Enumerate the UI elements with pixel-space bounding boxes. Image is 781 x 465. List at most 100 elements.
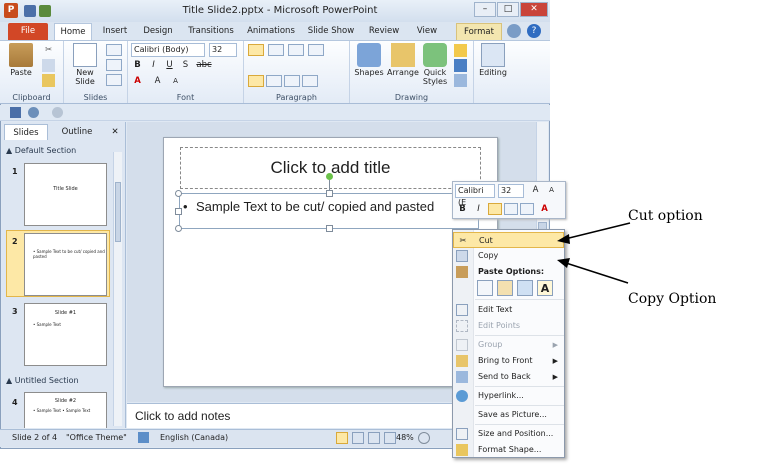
menu-item-group[interactable]: Group ▶	[453, 337, 564, 353]
thumbnail-scrollbar[interactable]	[113, 152, 122, 426]
redo-icon[interactable]	[52, 107, 63, 118]
rotate-handle-icon[interactable]	[326, 173, 333, 180]
minimize-button[interactable]: –	[474, 2, 496, 17]
italic-button[interactable]: I	[147, 59, 160, 72]
mini-shrink-font-button[interactable]: A	[545, 184, 558, 197]
maximize-button[interactable]: □	[497, 2, 519, 17]
spell-check-icon[interactable]	[138, 432, 149, 443]
paste-destination-theme-icon[interactable]	[477, 280, 493, 296]
tab-transitions[interactable]: Transitions	[184, 23, 238, 40]
strikethrough-button[interactable]: abc	[195, 59, 213, 72]
slide-thumbnail[interactable]: Title Slide	[24, 163, 107, 226]
resize-handle-icon[interactable]	[175, 190, 182, 197]
paste-keep-formatting-icon[interactable]	[497, 280, 513, 296]
quick-styles-button[interactable]: Quick Styles	[420, 43, 450, 86]
tab-outline[interactable]: Outline	[52, 124, 102, 140]
menu-item-save-as-picture[interactable]: Save as Picture...	[453, 407, 564, 423]
theme-name[interactable]: "Office Theme"	[66, 433, 127, 442]
tab-slides[interactable]: Slides	[4, 124, 48, 140]
shapes-button[interactable]: Shapes	[352, 43, 386, 77]
help-icon[interactable]: ?	[527, 24, 541, 38]
shrink-font-button[interactable]: A	[169, 75, 182, 88]
cut-icon[interactable]: ✂	[42, 44, 55, 57]
section-icon[interactable]	[106, 74, 122, 86]
format-painter-icon[interactable]	[42, 74, 55, 87]
tab-home[interactable]: Home	[54, 23, 92, 40]
align-right-icon[interactable]	[284, 75, 300, 87]
slide-thumbnail[interactable]: • Sample Text to be cut/ copied and past…	[24, 233, 107, 296]
mini-align-left-icon[interactable]	[488, 203, 502, 215]
paste-picture-icon[interactable]	[517, 280, 533, 296]
title-placeholder[interactable]: Click to add title	[180, 147, 481, 189]
arrange-button[interactable]: Arrange	[386, 43, 420, 77]
underline-button[interactable]: U	[163, 59, 176, 72]
close-button[interactable]: ✕	[520, 2, 548, 17]
body-text[interactable]: Sample Text to be cut/ copied and pasted	[196, 199, 434, 214]
new-slide-button[interactable]: New Slide	[70, 43, 100, 86]
save-icon[interactable]	[10, 107, 21, 118]
tab-file[interactable]: File	[8, 23, 48, 40]
mini-font-combo[interactable]: Calibri (E	[455, 184, 495, 207]
font-color-button[interactable]: A	[131, 75, 144, 88]
zoom-level[interactable]: 48%	[396, 433, 414, 442]
slide-sorter-icon[interactable]	[352, 432, 364, 444]
layout-icon[interactable]	[106, 44, 122, 56]
menu-item-format-shape[interactable]: Format Shape...	[453, 442, 564, 458]
section-default[interactable]: ▲ Default Section	[6, 146, 76, 155]
shadow-button[interactable]: S	[179, 59, 192, 72]
tab-insert[interactable]: Insert	[98, 23, 132, 40]
slide-thumbnail[interactable]: Slide #2 • Sample Text • Sample Text	[24, 392, 107, 428]
paste-button[interactable]: Paste	[6, 43, 36, 77]
mini-italic-button[interactable]: I	[472, 203, 485, 216]
justify-icon[interactable]	[302, 75, 318, 87]
mini-size-combo[interactable]: 32	[498, 184, 524, 198]
mini-align-center-icon[interactable]	[504, 203, 518, 215]
shape-outline-icon[interactable]	[454, 59, 467, 72]
menu-item-edit-text[interactable]: Edit Text	[453, 302, 564, 318]
copy-icon[interactable]	[42, 59, 55, 72]
reading-view-icon[interactable]	[368, 432, 380, 444]
ribbon-minimize-icon[interactable]	[507, 24, 521, 38]
decrease-indent-icon[interactable]	[288, 44, 304, 56]
content-textbox[interactable]: • Sample Text to be cut/ copied and past…	[179, 193, 479, 229]
tab-format[interactable]: Format	[456, 23, 502, 40]
align-center-icon[interactable]	[266, 75, 282, 87]
bullets-icon[interactable]	[248, 44, 264, 56]
increase-indent-icon[interactable]	[308, 44, 324, 56]
editing-button[interactable]: Editing	[476, 43, 510, 77]
language[interactable]: English (Canada)	[160, 433, 228, 442]
menu-item-edit-points[interactable]: Edit Points	[453, 318, 564, 334]
mini-align-right-icon[interactable]	[520, 203, 534, 215]
undo-icon[interactable]	[39, 5, 51, 17]
normal-view-icon[interactable]	[336, 432, 348, 444]
section-untitled[interactable]: ▲ Untitled Section	[6, 376, 79, 385]
save-icon[interactable]	[24, 5, 36, 17]
reset-icon[interactable]	[106, 59, 122, 71]
bold-button[interactable]: B	[131, 59, 144, 72]
resize-handle-icon[interactable]	[326, 190, 333, 197]
slideshow-icon[interactable]	[384, 432, 396, 444]
menu-item-bring-to-front[interactable]: Bring to Front ▶	[453, 353, 564, 369]
resize-handle-icon[interactable]	[326, 225, 333, 232]
menu-item-size-position[interactable]: Size and Position...	[453, 426, 564, 442]
grow-font-button[interactable]: A	[151, 75, 164, 88]
tab-view[interactable]: View	[410, 23, 444, 40]
font-size-combo[interactable]: 32	[209, 43, 237, 57]
tab-slide-show[interactable]: Slide Show	[304, 23, 358, 40]
menu-item-send-to-back[interactable]: Send to Back ▶	[453, 369, 564, 385]
tab-review[interactable]: Review	[364, 23, 404, 40]
tab-design[interactable]: Design	[138, 23, 178, 40]
menu-item-hyperlink[interactable]: Hyperlink...	[453, 388, 564, 404]
shape-effects-icon[interactable]	[454, 74, 467, 87]
slide-thumbnail[interactable]: Slide #1 • Sample Text	[24, 303, 107, 366]
resize-handle-icon[interactable]	[175, 208, 182, 215]
pane-close-icon[interactable]: ✕	[108, 124, 122, 140]
numbering-icon[interactable]	[268, 44, 284, 56]
align-left-icon[interactable]	[248, 75, 264, 87]
shape-fill-icon[interactable]	[454, 44, 467, 57]
undo-icon[interactable]	[28, 107, 39, 118]
mini-grow-font-button[interactable]: A	[529, 184, 542, 197]
font-family-combo[interactable]: Calibri (Body)	[131, 43, 205, 57]
zoom-out-icon[interactable]	[418, 432, 430, 444]
scrollbar-thumb[interactable]	[115, 182, 121, 242]
